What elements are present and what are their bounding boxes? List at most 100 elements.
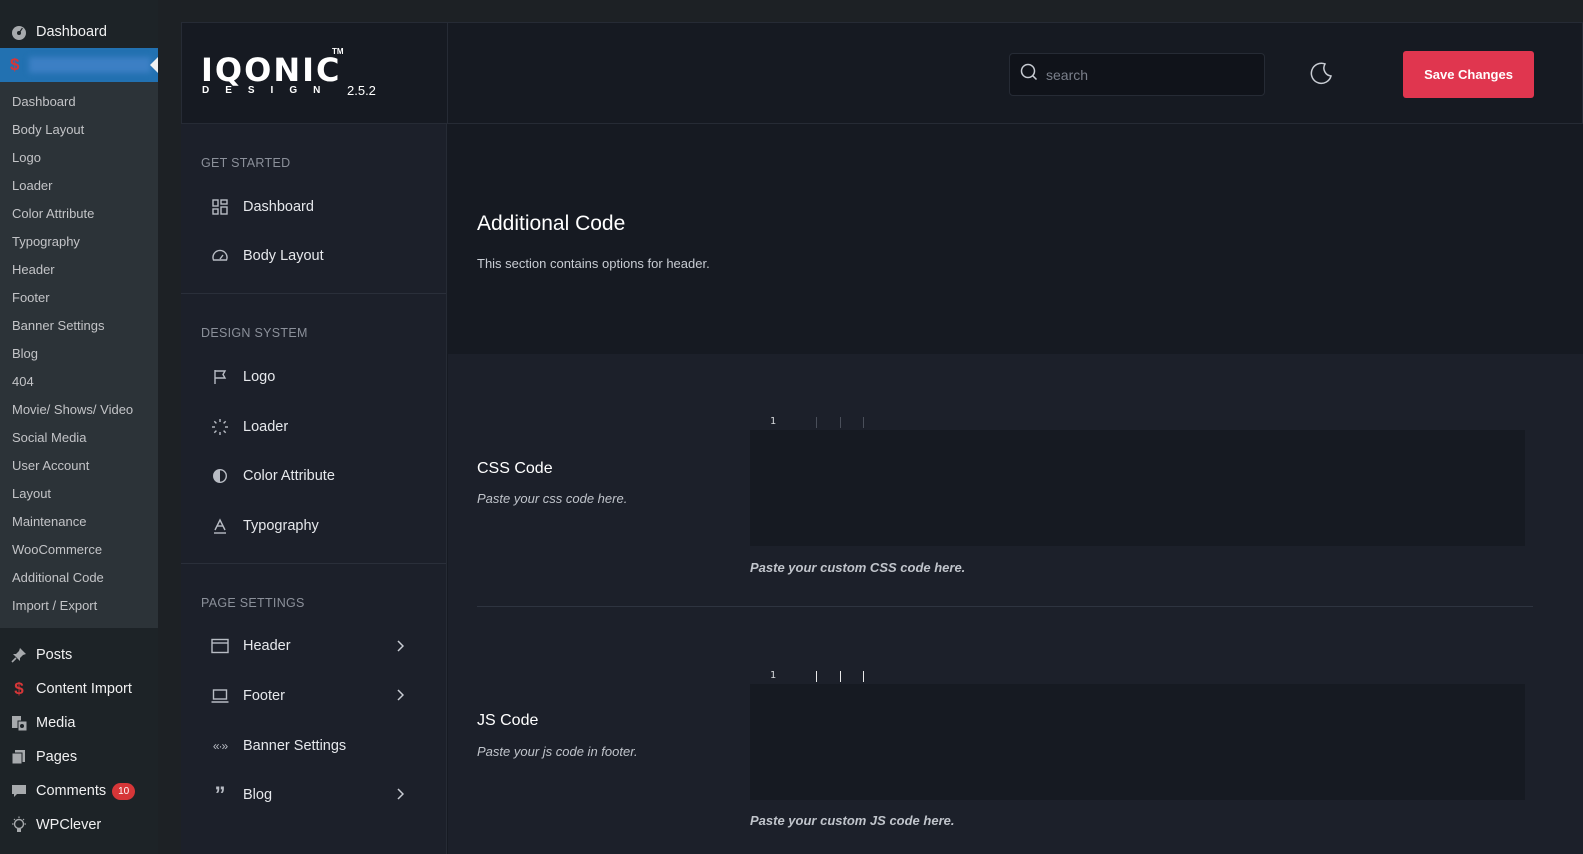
wp-admin-sidebar: Dashboard $ Dashboard Body Layout Logo Load… xyxy=(0,0,158,854)
js-code-editor[interactable]: 1 xyxy=(750,670,1525,800)
search-field[interactable] xyxy=(1009,53,1265,96)
gauge-icon xyxy=(211,247,229,265)
indent-guide xyxy=(816,671,817,682)
editor-gutter: 1 xyxy=(750,416,1525,430)
js-code-subtitle: Paste your js code in footer. xyxy=(477,744,638,759)
wp-menu-label: Posts xyxy=(36,647,73,663)
nav-item-header[interactable]: Header xyxy=(181,622,446,672)
nav-item-blog[interactable]: ” Blog xyxy=(181,770,446,820)
nav-item-label: Loader xyxy=(243,418,289,435)
wp-submenu-item[interactable]: Import / Export xyxy=(0,592,158,620)
wp-submenu-item[interactable]: Body Layout xyxy=(0,116,158,144)
wp-menu-pages[interactable]: Pages xyxy=(0,740,158,774)
wp-submenu-item[interactable]: Banner Settings xyxy=(0,312,158,340)
dollar-icon: $ xyxy=(14,679,24,698)
search-input[interactable] xyxy=(1046,66,1246,83)
code-icon: «·» xyxy=(212,738,228,753)
nav-item-body-layout[interactable]: Body Layout xyxy=(181,232,446,282)
indent-guide xyxy=(840,417,841,428)
wp-main-menu: Posts $ Content Import Media Pages Comments 10… xyxy=(0,628,158,842)
wp-menu-dashboard[interactable]: Dashboard xyxy=(0,16,158,48)
wp-menu-label: WPClever xyxy=(36,817,102,833)
nav-item-logo[interactable]: Logo xyxy=(181,352,446,402)
section-body: CSS Code Paste your css code here. 1 Pas… xyxy=(448,354,1583,854)
wp-submenu-item[interactable]: Maintenance xyxy=(0,508,158,536)
wp-menu-content-import[interactable]: $ Content Import xyxy=(0,672,158,706)
line-number: 1 xyxy=(770,670,777,681)
chevron-right-icon[interactable] xyxy=(396,788,406,800)
wp-menu-dashboard-label: Dashboard xyxy=(36,24,107,40)
nav-item-typography[interactable]: Typography xyxy=(181,501,446,551)
wp-menu-label: Media xyxy=(36,715,76,731)
nav-item-label: Body Layout xyxy=(243,248,324,265)
nav-item-dashboard[interactable]: Dashboard xyxy=(181,182,446,232)
section-header: Additional Code This section contains op… xyxy=(448,124,1583,354)
nav-item-label: Header xyxy=(243,638,291,655)
logo-wordmark: IQONIC xyxy=(201,51,342,89)
options-panel: IQONIC TM DESIGN 2.5.2 Save Changes GET … xyxy=(181,22,1583,854)
wp-submenu-item[interactable]: Color Attribute xyxy=(0,200,158,228)
moon-icon[interactable] xyxy=(1307,59,1335,87)
nav-item-label: Typography xyxy=(243,517,319,534)
nav-section: GET STARTED Dashboard Body Layout xyxy=(181,124,446,295)
nav-item-label: Footer xyxy=(243,687,285,704)
indent-guide xyxy=(863,417,864,428)
settings-nav: GET STARTED Dashboard Body Layout DESIGN SY… xyxy=(181,124,447,854)
chevron-right-icon[interactable] xyxy=(396,689,406,701)
wp-submenu-item[interactable]: Social Media xyxy=(0,424,158,452)
indent-guide xyxy=(816,417,817,428)
chevron-right-icon[interactable] xyxy=(396,640,406,652)
save-changes-button[interactable]: Save Changes xyxy=(1403,51,1534,98)
wp-menu-media[interactable]: Media xyxy=(0,706,158,740)
nav-item-label: Color Attribute xyxy=(243,468,335,485)
search-icon xyxy=(1020,63,1038,86)
wp-submenu-item[interactable]: Layout xyxy=(0,480,158,508)
wp-menu-comments[interactable]: Comments 10 xyxy=(0,774,158,808)
wp-submenu-item[interactable]: Loader xyxy=(0,172,158,200)
redacted-label xyxy=(29,57,152,73)
font-icon xyxy=(211,517,229,535)
nav-item-color-attribute[interactable]: Color Attribute xyxy=(181,451,446,501)
wp-submenu-item[interactable]: Typography xyxy=(0,228,158,256)
page-title: Additional Code xyxy=(477,212,626,235)
wp-submenu-item[interactable]: Movie/ Shows/ Video xyxy=(0,396,158,424)
wp-menu-theme-options[interactable]: $ xyxy=(0,48,158,82)
wp-submenu-item[interactable]: Blog xyxy=(0,340,158,368)
js-code-title: JS Code xyxy=(477,712,539,729)
flag-icon xyxy=(211,368,229,386)
panel-header: IQONIC TM DESIGN 2.5.2 Save Changes xyxy=(181,22,1583,124)
wp-submenu-item[interactable]: WooCommerce xyxy=(0,536,158,564)
line-number: 1 xyxy=(770,416,777,427)
wp-submenu-item[interactable]: User Account xyxy=(0,452,158,480)
wp-submenu-item[interactable]: Dashboard xyxy=(0,88,158,116)
wp-submenu-item[interactable]: Header xyxy=(0,256,158,284)
version-label: 2.5.2 xyxy=(347,83,376,98)
wp-menu-label: Comments xyxy=(36,783,107,799)
css-code-editor[interactable]: 1 xyxy=(750,416,1525,546)
nav-section: PAGE SETTINGS Header Footer «·» Banner Setti… xyxy=(181,564,446,832)
nav-item-label: Logo xyxy=(243,368,276,385)
logo-trademark: TM xyxy=(332,47,344,56)
nav-item-label: Banner Settings xyxy=(243,737,347,754)
wp-submenu: Dashboard Body Layout Logo Loader Color Attr… xyxy=(0,82,158,628)
nav-item-loader[interactable]: Loader xyxy=(181,402,446,452)
logo-subtitle: DESIGN xyxy=(202,85,337,96)
media-icon xyxy=(10,714,28,732)
logo: IQONIC TM DESIGN 2.5.2 xyxy=(182,23,448,124)
wp-submenu-item[interactable]: 404 xyxy=(0,368,158,396)
wp-menu-posts[interactable]: Posts xyxy=(0,638,158,672)
nav-section-heading: GET STARTED xyxy=(201,156,291,170)
nav-item-footer[interactable]: Footer xyxy=(181,671,446,721)
editor-gutter: 1 xyxy=(750,670,1525,684)
dollar-icon: $ xyxy=(10,55,20,74)
wp-submenu-item[interactable]: Additional Code xyxy=(0,564,158,592)
wp-menu-wpclever[interactable]: WPClever xyxy=(0,808,158,842)
wp-submenu-item[interactable]: Logo xyxy=(0,144,158,172)
wp-submenu-item[interactable]: Footer xyxy=(0,284,158,312)
comment-icon xyxy=(10,782,28,800)
indent-guide xyxy=(863,671,864,682)
laptop-icon xyxy=(211,687,229,705)
wp-menu-label: Content Import xyxy=(36,681,132,697)
field-divider xyxy=(477,606,1533,607)
nav-item-banner-settings[interactable]: «·» Banner Settings xyxy=(181,721,446,771)
